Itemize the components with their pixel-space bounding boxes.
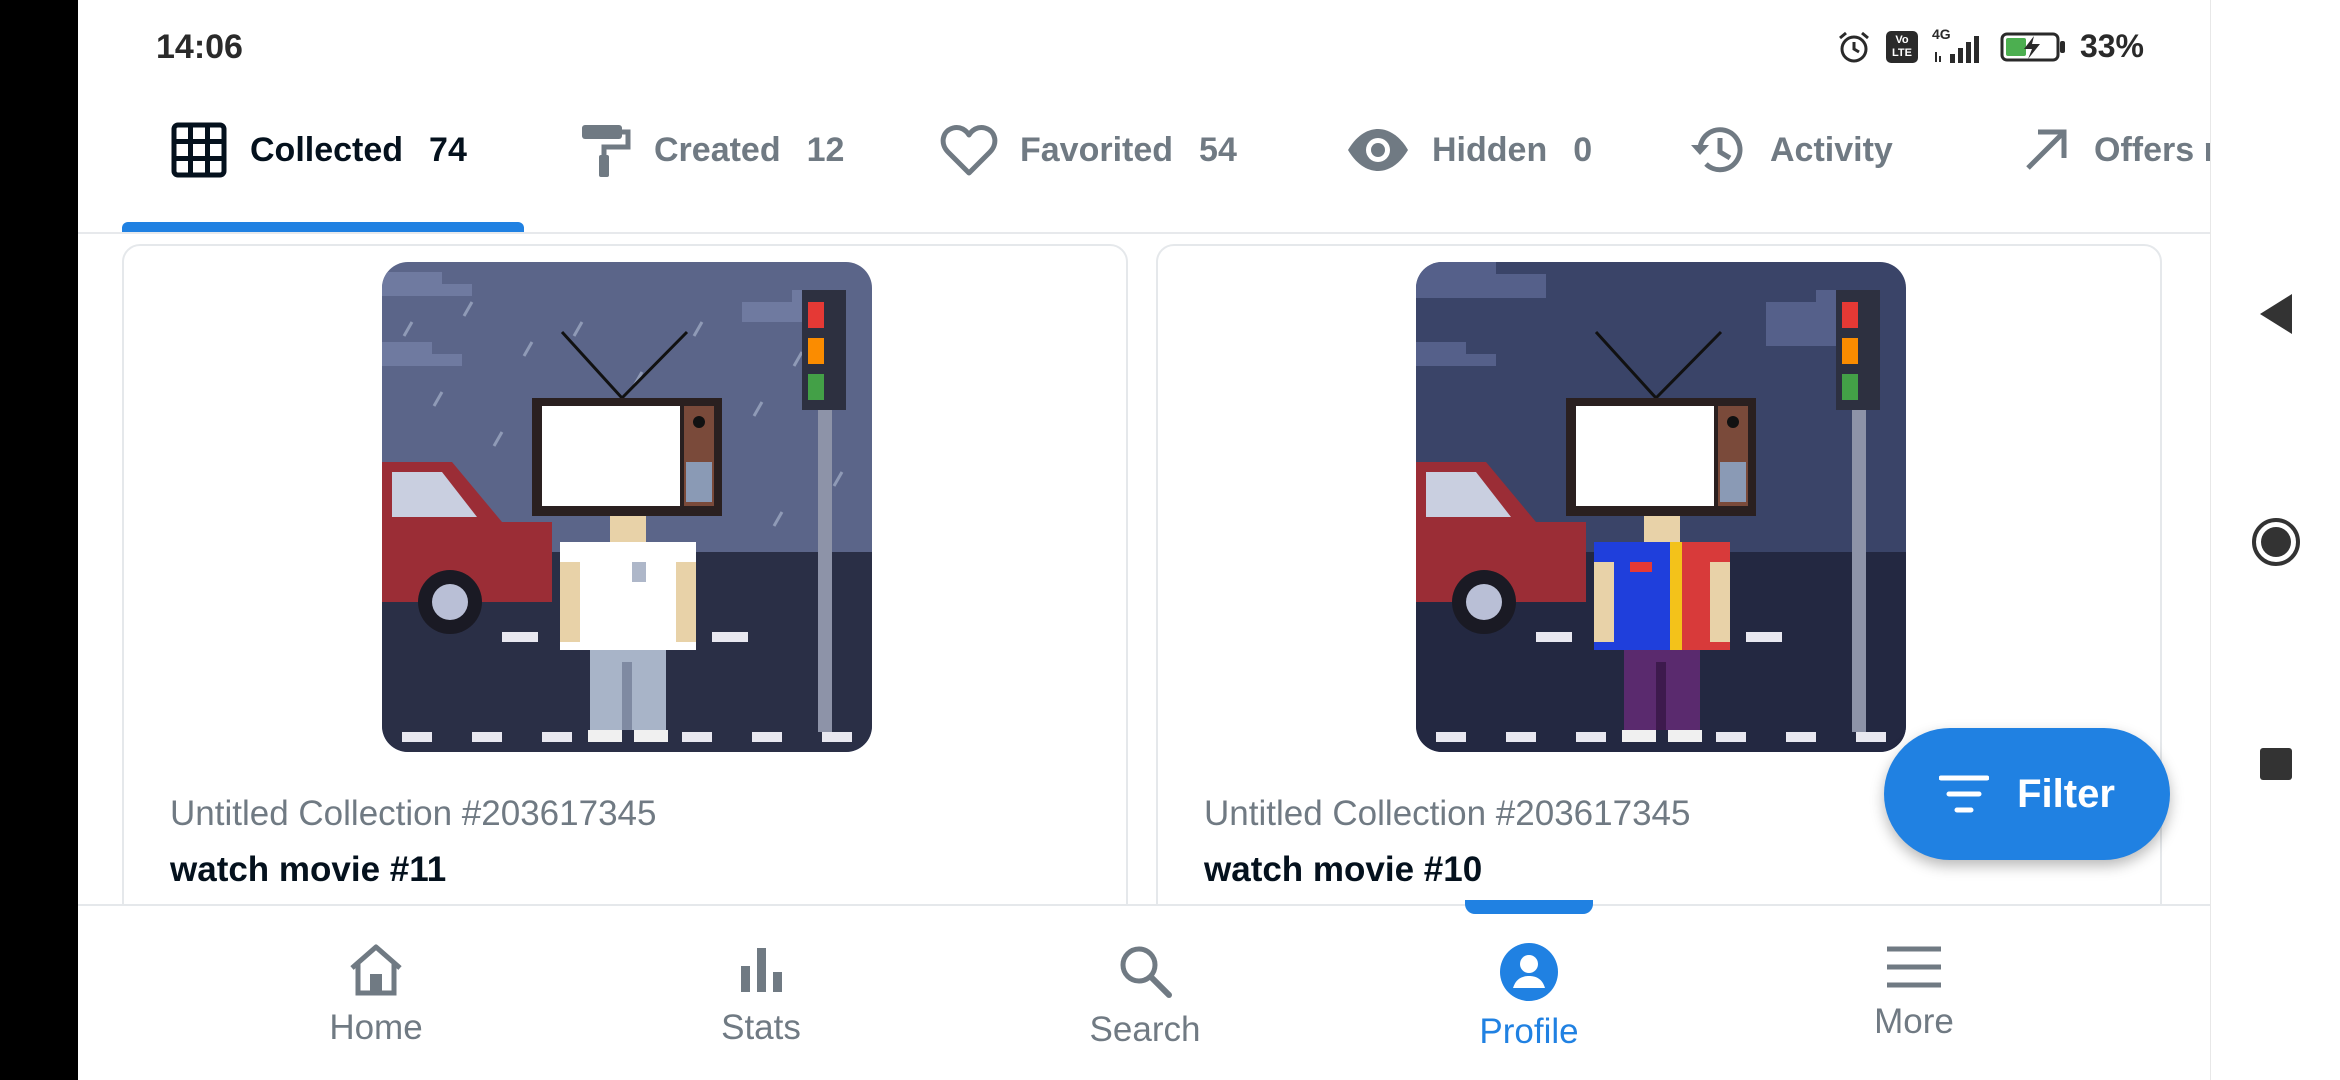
nft-artwork-image xyxy=(382,262,872,752)
status-bar: 14:06 Vo LTE 4G 33% xyxy=(78,0,2210,96)
nav-active-indicator xyxy=(1465,900,1593,914)
filter-label: Filter xyxy=(2017,771,2115,816)
nav-item-stats[interactable]: Stats xyxy=(641,942,881,1048)
bottom-navigation: Home Stats Search Profile More xyxy=(78,900,2210,1080)
app-screen: 14:06 Vo LTE 4G 33% Collected 74 Created… xyxy=(78,0,2210,1080)
nav-item-more[interactable]: More xyxy=(1794,942,2034,1042)
nav-label: Search xyxy=(1089,1010,1201,1049)
left-edge-bar xyxy=(0,0,78,1080)
volte-icon: Vo LTE xyxy=(1885,30,1918,63)
tab-count: 74 xyxy=(429,130,467,169)
recents-icon[interactable] xyxy=(2258,746,2294,782)
heart-icon xyxy=(940,125,998,176)
tab-label: Activity xyxy=(1770,130,1893,169)
tab-collected[interactable]: Collected 74 xyxy=(170,118,467,182)
tab-hidden[interactable]: Hidden 0 xyxy=(1346,118,1592,182)
nft-card[interactable]: Untitled Collection #203617345 watch mov… xyxy=(122,244,1128,944)
tab-created[interactable]: Created 12 xyxy=(578,118,844,182)
home-circle-icon[interactable] xyxy=(2250,516,2302,568)
status-icons: Vo LTE 4G 33% xyxy=(1836,26,2144,65)
tab-count: 54 xyxy=(1199,130,1237,169)
tab-activity[interactable]: Activity xyxy=(1688,118,1893,182)
nav-item-home[interactable]: Home xyxy=(256,942,496,1048)
signal-icon: 4G xyxy=(1932,26,1986,64)
nav-label: Stats xyxy=(721,1008,801,1047)
tab-offers[interactable]: Offers r xyxy=(2020,118,2210,182)
back-icon[interactable] xyxy=(2256,292,2296,336)
eye-icon xyxy=(1348,129,1408,171)
system-navigation-bar xyxy=(2210,0,2340,1080)
history-icon xyxy=(1691,127,1743,173)
filter-icon xyxy=(1939,775,1990,813)
tab-label: Collected xyxy=(250,130,404,169)
card-collection-name: Untitled Collection #203617345 xyxy=(170,794,657,833)
alarm-icon xyxy=(1838,31,1869,62)
nav-label: Home xyxy=(329,1008,423,1047)
home-icon xyxy=(350,944,402,996)
arrow-up-right-icon xyxy=(2026,129,2067,170)
profile-tabs: Collected 74 Created 12 Favorited 54 Hid… xyxy=(78,96,2210,234)
tab-count: 12 xyxy=(806,130,845,169)
nav-label: More xyxy=(1874,1002,1954,1041)
card-title: watch movie #10 xyxy=(1204,850,1483,889)
filter-button[interactable]: Filter xyxy=(1884,728,2170,860)
profile-icon xyxy=(1500,943,1558,1001)
tab-label: Offers r xyxy=(2094,130,2210,169)
tab-label: Created xyxy=(654,130,781,169)
nav-item-profile[interactable]: Profile xyxy=(1409,942,1649,1052)
nav-label: Profile xyxy=(1479,1012,1579,1051)
battery-icon xyxy=(2000,32,2065,61)
tab-label: Hidden xyxy=(1432,130,1548,169)
search-icon xyxy=(1120,946,1172,998)
status-time: 14:06 xyxy=(156,28,243,66)
battery-percent: 33% xyxy=(2079,28,2144,64)
nav-item-search[interactable]: Search xyxy=(1025,942,1265,1050)
nft-artwork-image xyxy=(1416,262,1906,752)
card-collection-name: Untitled Collection #203617345 xyxy=(1204,794,1691,833)
tab-count: 0 xyxy=(1573,130,1593,169)
grid-icon xyxy=(171,122,227,178)
bar-chart-icon xyxy=(741,948,782,992)
tab-favorited[interactable]: Favorited 54 xyxy=(940,118,1237,182)
tab-active-indicator xyxy=(122,222,524,232)
menu-icon xyxy=(1887,946,1941,988)
tab-label: Favorited xyxy=(1020,130,1174,169)
card-title: watch movie #11 xyxy=(170,850,447,889)
paint-roller-icon xyxy=(582,125,631,177)
